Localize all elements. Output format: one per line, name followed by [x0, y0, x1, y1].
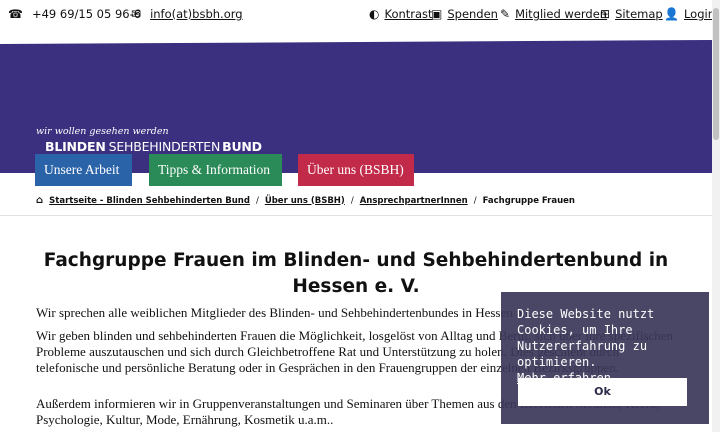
breadcrumb-separator: / [473, 195, 477, 206]
sitemap-icon: ⊞ [600, 7, 611, 21]
phone-number: +49 69/15 05 96-6 [31, 7, 142, 21]
phone-contact[interactable]: ☎ +49 69/15 05 96-6 [8, 7, 141, 21]
logo-word-blinden: BLINDEN [45, 139, 106, 154]
email-link[interactable]: info(at)bsbh.org [150, 7, 243, 21]
home-icon: ⌂ [36, 195, 44, 206]
sitemap-link[interactable]: ⊞ Sitemap [600, 7, 663, 21]
donate-link[interactable]: ▣ Spenden [431, 7, 498, 21]
page-scrollbar[interactable] [712, 0, 720, 432]
logo-word-bund: BUND [222, 139, 262, 154]
login-link[interactable]: 👤 Login [664, 7, 715, 21]
sitemap-label: Sitemap [615, 7, 663, 21]
email-contact[interactable]: ✉ info(at)bsbh.org [131, 7, 243, 21]
contrast-toggle[interactable]: ◐ Kontrast [369, 7, 433, 21]
scrollbar-thumb[interactable] [713, 8, 719, 140]
logo-word-sehbehinderten: SEHBEHINDERTEN [108, 139, 221, 154]
piggy-bank-icon: ▣ [431, 7, 443, 21]
login-label: Login [683, 7, 715, 21]
contrast-label: Kontrast [384, 7, 433, 21]
nav-ueber-uns[interactable]: Über uns (BSBH) [298, 154, 414, 186]
logo-slogan: wir wollen gesehen werden [36, 126, 169, 137]
pencil-icon: ✎ [500, 7, 511, 21]
breadcrumb-separator: / [255, 195, 259, 206]
cookie-ok-button[interactable]: Ok [518, 378, 687, 406]
nav-tipps-information[interactable]: Tipps & Information [149, 154, 282, 186]
top-utility-bar: ☎ +49 69/15 05 96-6 ✉ info(at)bsbh.org ◐… [0, 0, 715, 28]
cookie-text: Diese Website nutzt Cookies, um Ihre Nut… [517, 307, 655, 369]
site-logo[interactable]: BLINDEN SEHBEHINDERTEN BUND [45, 139, 262, 154]
member-link[interactable]: ✎ Mitglied werden [500, 7, 607, 21]
site-header: wir wollen gesehen werden BLINDEN SEHBEHI… [0, 28, 712, 173]
donate-label: Spenden [447, 7, 498, 21]
user-icon: 👤 [664, 7, 679, 21]
breadcrumb-current: Fachgruppe Frauen [482, 195, 575, 206]
breadcrumb-ueber-uns[interactable]: Über uns (BSBH) [265, 196, 345, 206]
cookie-banner: Diese Website nutzt Cookies, um Ihre Nut… [501, 292, 709, 424]
mail-icon: ✉ [131, 7, 142, 21]
breadcrumb: ⌂ Startseite - Blinden Sehbehinderten Bu… [36, 195, 575, 206]
breadcrumb-separator: / [350, 195, 354, 206]
breadcrumb-ansprechpartner[interactable]: AnsprechpartnerInnen [360, 196, 468, 206]
member-label: Mitglied werden [515, 7, 608, 21]
breadcrumb-home[interactable]: Startseite - Blinden Sehbehinderten Bund [49, 196, 250, 206]
content-divider [0, 215, 712, 216]
phone-icon: ☎ [8, 7, 23, 21]
nav-unsere-arbeit[interactable]: Unsere Arbeit [35, 154, 132, 186]
contrast-icon: ◐ [369, 7, 380, 21]
